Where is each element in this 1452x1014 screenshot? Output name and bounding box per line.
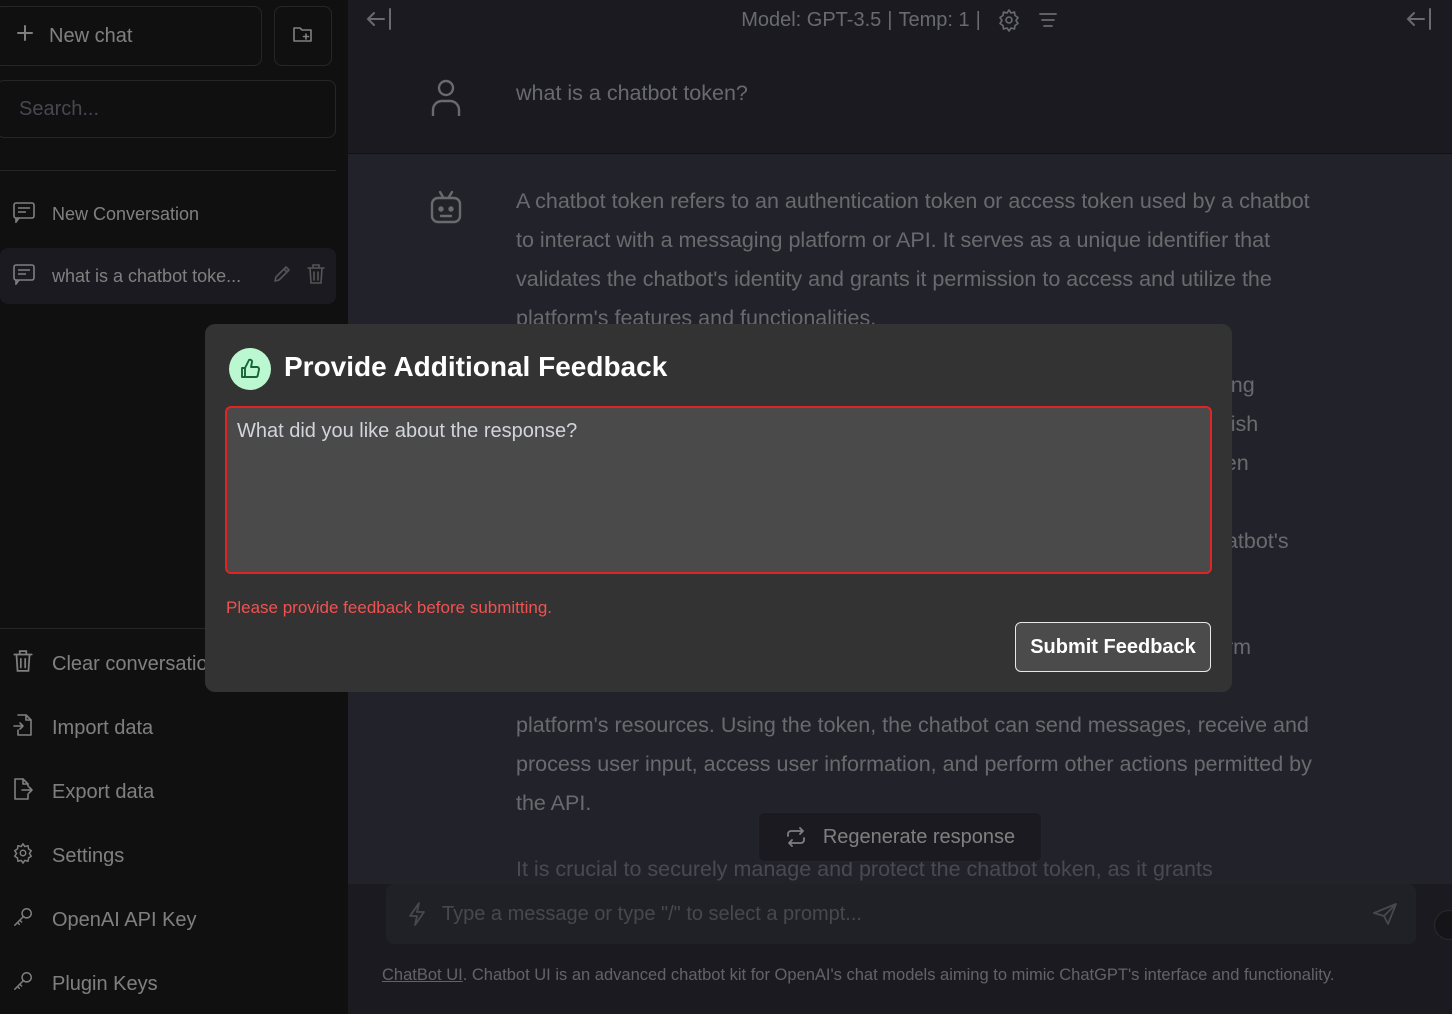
thumbs-up-icon xyxy=(229,348,271,390)
feedback-dialog: Provide Additional Feedback Please provi… xyxy=(205,324,1232,692)
feedback-textarea[interactable] xyxy=(225,406,1212,574)
dialog-title: Provide Additional Feedback xyxy=(284,351,668,382)
validation-error: Please provide feedback before submittin… xyxy=(226,598,553,617)
submit-feedback-button[interactable]: Submit Feedback xyxy=(1015,622,1211,672)
